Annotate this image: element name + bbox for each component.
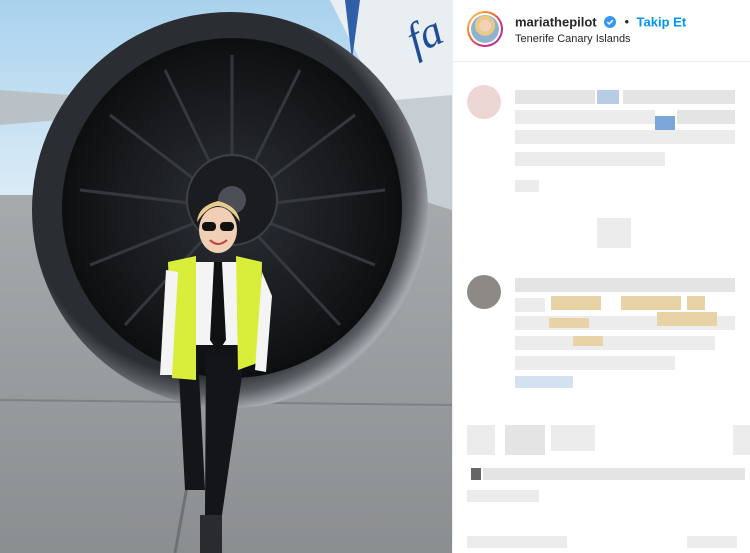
comment-pixelated bbox=[515, 376, 573, 388]
footer-pixelated bbox=[687, 536, 737, 548]
avatar[interactable] bbox=[467, 11, 503, 47]
comment-pixelated bbox=[515, 278, 735, 292]
comment-avatar[interactable] bbox=[467, 275, 501, 309]
comment-pixelated bbox=[515, 356, 675, 370]
footer-pixelated bbox=[467, 536, 567, 548]
comment-avatar[interactable] bbox=[467, 85, 501, 119]
post-photo[interactable]: fa bbox=[0, 0, 452, 553]
comment-pixelated bbox=[733, 425, 750, 455]
username-row: mariathepilot • Takip Et bbox=[515, 13, 686, 29]
comment-pixelated bbox=[551, 425, 595, 451]
verified-badge-icon bbox=[604, 15, 617, 28]
separator-dot: • bbox=[624, 14, 630, 30]
comment-pixelated bbox=[505, 425, 545, 455]
post-side-panel: mariathepilot • Takip Et Tenerife Canary… bbox=[452, 0, 750, 553]
location-link[interactable]: Tenerife Canary Islands bbox=[515, 33, 631, 45]
comment-pixelated bbox=[677, 110, 735, 124]
comment-pixelated bbox=[515, 152, 665, 166]
comment-pixelated bbox=[687, 296, 705, 310]
comment-pixelated bbox=[515, 90, 595, 104]
comment-pixelated bbox=[471, 468, 481, 480]
comment-pixelated bbox=[483, 468, 745, 480]
comment-pixelated bbox=[515, 336, 715, 350]
comment-pixelated bbox=[623, 90, 735, 104]
reply-icon-pixelated bbox=[597, 218, 631, 248]
comment-pixelated bbox=[467, 490, 539, 502]
comment-pixelated bbox=[515, 110, 655, 124]
follow-button[interactable]: Takip Et bbox=[637, 14, 687, 29]
comment-pixelated bbox=[551, 296, 601, 310]
comment-pixelated bbox=[621, 296, 681, 310]
comment-pixelated bbox=[515, 298, 545, 312]
comment-pixelated bbox=[657, 312, 717, 326]
comment-pixelated bbox=[597, 90, 619, 104]
pilot-engine-photo: fa bbox=[0, 0, 452, 553]
comment-pixelated bbox=[515, 130, 735, 144]
comment-pixelated bbox=[573, 336, 603, 346]
post-header: mariathepilot • Takip Et Tenerife Canary… bbox=[453, 0, 750, 62]
comment-pixelated bbox=[549, 318, 589, 328]
comment-avatar-pixelated bbox=[467, 425, 495, 455]
comment-meta-pixelated bbox=[515, 180, 539, 192]
username-link[interactable]: mariathepilot bbox=[515, 14, 597, 29]
